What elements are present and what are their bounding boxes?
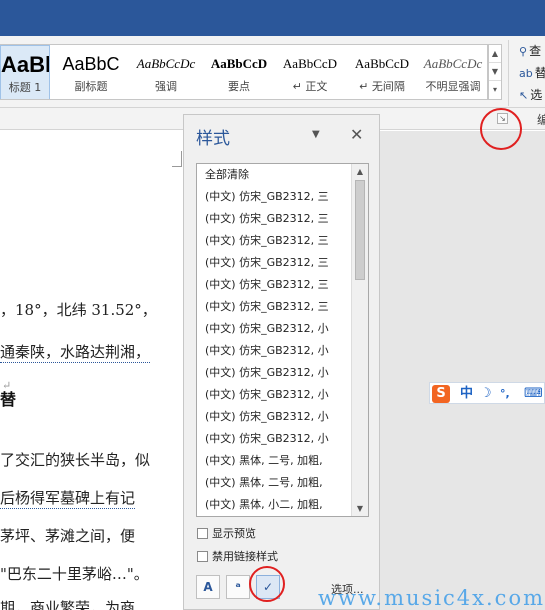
ime-mode[interactable]: 中: [460, 385, 473, 403]
doc-heading: 替: [0, 390, 17, 409]
gallery-scrollbar[interactable]: ▲ ▼ ▾: [488, 44, 502, 100]
scroll-up-icon[interactable]: ▲: [352, 164, 368, 179]
style-list-item[interactable]: (中文) 黑体, 小二, 加粗,: [197, 494, 349, 516]
new-style-icon: A: [203, 580, 213, 594]
doc-line: "巴东二十里茅峪…"。: [0, 565, 149, 583]
show-preview-label: 显示预览: [212, 527, 256, 540]
style-list[interactable]: 全部清除 (中文) 仿宋_GB2312, 三 (中文) 仿宋_GB2312, 三…: [196, 163, 369, 517]
moon-icon[interactable]: ☽: [480, 385, 492, 403]
show-preview-checkbox[interactable]: 显示预览: [197, 525, 256, 541]
style-preview: AaBbCcDc: [423, 56, 483, 71]
style-list-item[interactable]: (中文) 仿宋_GB2312, 小: [197, 406, 349, 428]
title-bar: [0, 0, 545, 36]
style-list-item[interactable]: (中文) 仿宋_GB2312, 三: [197, 252, 349, 274]
replace-icon: ab: [519, 67, 533, 80]
style-name: 副标题: [74, 80, 108, 93]
keyboard-icon[interactable]: ⌨: [524, 385, 543, 403]
gallery-down-icon[interactable]: ▼: [489, 63, 501, 81]
style-preview: AaBbCcD: [210, 56, 268, 71]
ime-toolbar[interactable]: S 中 ☽ °, ⌨: [429, 382, 545, 404]
style-list-item[interactable]: (中文) 仿宋_GB2312, 三: [197, 274, 349, 296]
ribbon: AaBl 标题 1 AaBbC 副标题 AaBbCcDc 强调 AaBbCcD …: [0, 36, 545, 108]
editing-group-label: 编: [537, 113, 545, 127]
watermark: www.music4x.com: [318, 586, 545, 610]
style-preview: AaBbCcDc: [136, 56, 196, 71]
doc-line: 了交汇的狭长半岛，似: [0, 451, 151, 469]
cursor-icon: ↖: [519, 89, 529, 102]
search-icon: ⚲: [519, 45, 528, 58]
style-list-scrollbar[interactable]: ▲ ▼: [351, 164, 368, 516]
replace-label: 替: [534, 66, 545, 80]
style-gallery: AaBl 标题 1 AaBbC 副标题 AaBbCcDc 强调 AaBbCcD …: [0, 44, 488, 100]
select-button[interactable]: ↖ 选: [509, 84, 545, 106]
disable-linked-label: 禁用链接样式: [212, 550, 278, 563]
new-style-button[interactable]: A: [196, 575, 220, 599]
editing-group: ⚲ 查 ab 替 ↖ 选: [508, 40, 545, 106]
style-list-item[interactable]: (中文) 黑体, 二号, 加粗,: [197, 450, 349, 472]
scroll-down-icon[interactable]: ▼: [352, 501, 368, 516]
disable-linked-checkbox[interactable]: 禁用链接样式: [197, 548, 278, 564]
doc-line: 后杨得军墓碑上有记: [0, 489, 136, 509]
replace-button[interactable]: ab 替: [509, 62, 545, 84]
pane-title: 样式: [196, 129, 230, 149]
style-name: ↵ 正文: [292, 80, 328, 93]
style-heading-1[interactable]: AaBl 标题 1: [0, 45, 50, 99]
style-name: 不明显强调: [425, 80, 481, 93]
margin-marker: [172, 151, 182, 167]
style-list-item[interactable]: (中文) 仿宋_GB2312, 小: [197, 362, 349, 384]
style-preview: AaBbCcD: [354, 56, 410, 71]
style-preview: AaBbCcD: [282, 56, 338, 71]
style-name: 要点: [228, 80, 250, 93]
style-list-item[interactable]: (中文) 仿宋_GB2312, 小: [197, 318, 349, 340]
annotation-circle: [480, 108, 522, 150]
style-name: ↵ 无间隔: [359, 80, 405, 93]
doc-line: 期，商业繁荣，为商: [0, 599, 136, 610]
clear-all-item[interactable]: 全部清除: [197, 164, 349, 186]
gallery-more-icon[interactable]: ▾: [489, 81, 501, 99]
style-inspector-button[interactable]: ᵃ: [226, 575, 250, 599]
styles-pane: 样式 ▼ ✕ 全部清除 (中文) 仿宋_GB2312, 三 (中文) 仿宋_GB…: [183, 114, 380, 610]
style-list-item[interactable]: (中文) 仿宋_GB2312, 三: [197, 186, 349, 208]
document-page[interactable]: ，18°，北纬 31.52°， 通秦陕，水路达荆湘， ↵ 替 了交汇的狭长半岛，…: [0, 131, 185, 610]
doc-line: 通秦陕，水路达荆湘，: [0, 343, 151, 363]
style-list-item[interactable]: (中文) 仿宋_GB2312, 三: [197, 208, 349, 230]
style-list-item[interactable]: (中文) 仿宋_GB2312, 三: [197, 296, 349, 318]
style-subtle-emphasis[interactable]: AaBbCcDc 不明显强调: [420, 45, 486, 99]
style-list-item[interactable]: (中文) 仿宋_GB2312, 小: [197, 428, 349, 450]
style-list-item[interactable]: (中文) 仿宋_GB2312, 三: [197, 230, 349, 252]
sogou-logo-icon[interactable]: S: [432, 385, 450, 403]
style-strong[interactable]: AaBbCcD 要点: [204, 45, 274, 99]
doc-line: ，18°，北纬 31.52°，: [0, 301, 157, 319]
style-name: 强调: [155, 80, 177, 93]
style-normal[interactable]: AaBbCcD ↵ 正文: [276, 45, 344, 99]
style-subtitle[interactable]: AaBbC 副标题: [56, 45, 126, 99]
style-name: 标题 1: [8, 81, 42, 94]
pane-menu-icon[interactable]: ▼: [312, 129, 320, 140]
annotation-circle: [249, 566, 285, 602]
close-icon[interactable]: ✕: [350, 125, 363, 144]
doc-line: 茅坪、茅滩之间，便: [0, 527, 136, 545]
find-label: 查: [529, 44, 542, 58]
style-inspector-icon: ᵃ: [235, 580, 241, 594]
style-preview: AaBbC: [62, 54, 120, 74]
style-no-spacing[interactable]: AaBbCcD ↵ 无间隔: [348, 45, 416, 99]
select-label: 选: [530, 88, 543, 102]
checkbox-icon: [197, 551, 208, 562]
scrollbar-thumb[interactable]: [355, 180, 365, 280]
style-list-item[interactable]: (中文) 仿宋_GB2312, 小: [197, 340, 349, 362]
style-list-item[interactable]: (中文) 仿宋_GB2312, 小: [197, 384, 349, 406]
style-emphasis[interactable]: AaBbCcDc 强调: [131, 45, 201, 99]
style-list-item[interactable]: (中文) 黑体, 二号, 加粗,: [197, 472, 349, 494]
gallery-up-icon[interactable]: ▲: [489, 45, 501, 63]
style-preview: AaBl: [1, 52, 49, 77]
punctuation-icon[interactable]: °,: [500, 385, 510, 403]
find-button[interactable]: ⚲ 查: [509, 40, 545, 62]
checkbox-icon: [197, 528, 208, 539]
